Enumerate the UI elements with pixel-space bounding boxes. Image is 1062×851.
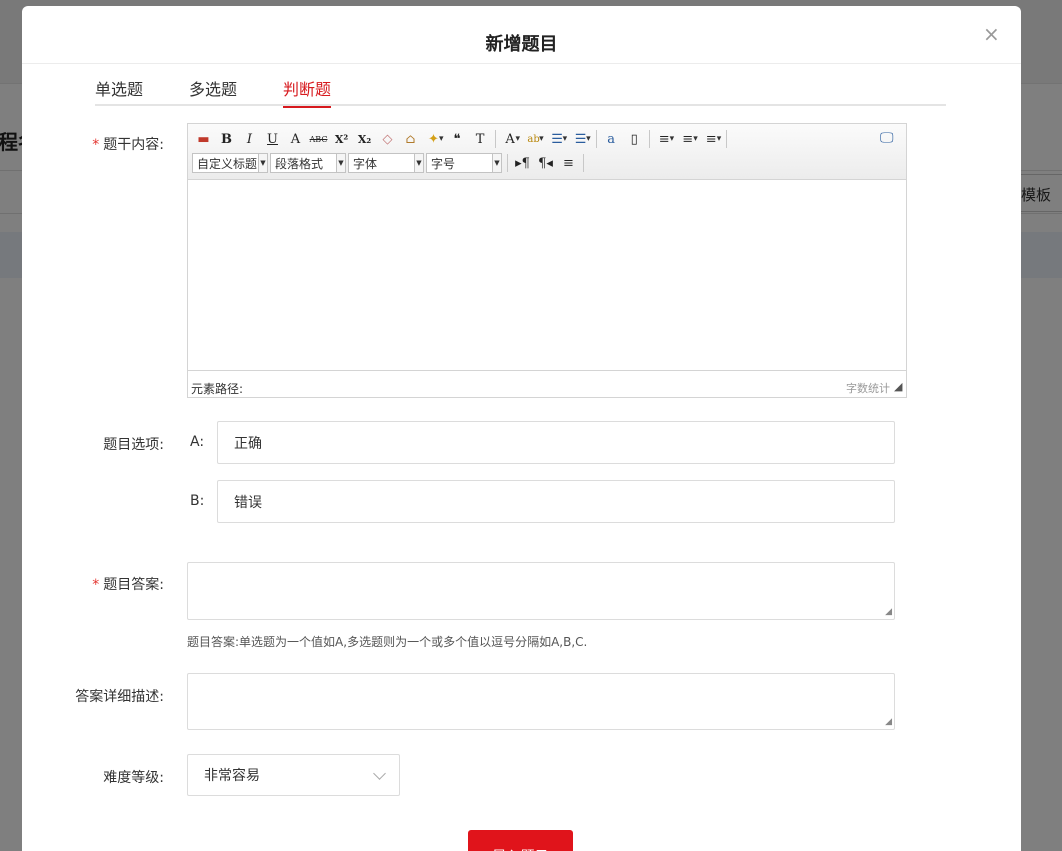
answer-label: * 题目答案: [24,574,164,594]
font-family-text: 字体 [353,156,378,171]
chevron-down-icon: ▼ [492,154,501,172]
blockquote-icon[interactable]: ❝ [446,129,469,149]
toolbar-separator [648,130,650,148]
add-question-modal: 新增题目 × 单选题 多选题 判断题 * 题干内容: ▬ B I U A ABC X² X₂ ◇ ⌂… [22,6,1021,851]
chevron-down-icon[interactable]: ▾ [516,134,521,144]
toolbar-separator [583,154,584,172]
toolbar-separator [494,130,496,148]
chevron-down-icon[interactable]: ▾ [563,134,568,144]
answer-detail-textarea[interactable]: ◢ [187,673,895,730]
required-mark: * [92,577,100,593]
chevron-down-icon: ▼ [414,154,423,172]
bold-icon[interactable]: B [215,129,238,149]
option-a-letter: A: [190,434,205,450]
import-question-button[interactable]: 导入题目 [468,830,573,851]
answer-detail-label: 答案详细描述: [75,689,164,705]
ltr-direction-icon[interactable]: ▸¶ [511,153,534,173]
select-all-icon[interactable]: a [600,129,623,149]
clear-doc-icon[interactable]: ▯ [623,129,646,149]
chevron-down-icon[interactable]: ▾ [539,134,544,144]
indent-icon[interactable]: ≡ [557,153,580,173]
answer-hint: 题目答案:单选题为一个值如A,多选题则为一个或多个值以逗号分隔如A,B,C. [187,635,588,649]
answer-label-text: 题目答案: [103,577,164,593]
font-size-select[interactable]: 字号 ▼ [426,153,502,173]
editor-toolbar: ▬ B I U A ABC X² X₂ ◇ ⌂ ✦ ▾ ❝ T A ▾ ab ▾ ☰ ▾ ☰ ▾ a ▯ ≡ ▾ ≡ ▾ ≡ ▾ 自定义标… [188,124,906,180]
toolbar-row-2: 自定义标题 ▼ 段落格式 ▼ 字体 ▼ 字号 ▼ ▸¶ ¶◂ ≡ [192,152,587,174]
chevron-down-icon[interactable]: ▾ [439,134,444,144]
difficulty-value: 非常容易 [204,768,260,784]
toolbar-separator [595,130,597,148]
chevron-down-icon: ▼ [258,154,267,172]
custom-title-text: 自定义标题 [197,156,258,171]
custom-title-select[interactable]: 自定义标题 ▼ [192,153,268,173]
font-family-select[interactable]: 字体 ▼ [348,153,424,173]
close-icon[interactable]: × [983,24,1000,44]
editor-content-area[interactable] [188,180,906,370]
option-b-letter: B: [190,493,205,509]
eraser-icon[interactable]: ◇ [376,129,399,149]
resize-grip-icon: ◢ [885,607,892,617]
italic-icon[interactable]: I [238,129,261,149]
toolbar-separator [507,154,508,172]
tab-single-choice[interactable]: 单选题 [95,76,143,108]
content-label: * 题干内容: [24,134,164,154]
tab-true-false[interactable]: 判断题 [283,76,332,108]
element-path: 元素路径: [191,382,244,396]
chevron-down-icon[interactable]: ▾ [670,134,675,144]
difficulty-select[interactable]: 非常容易 [187,754,400,796]
toolbar-separator [726,130,728,148]
paste-plain-icon[interactable]: T [469,129,492,149]
format-brush-icon[interactable]: ⌂ [399,129,422,149]
font-size-text: 字号 [431,156,456,171]
required-mark: * [92,137,100,153]
chevron-down-icon[interactable]: ▾ [693,134,698,144]
superscript-icon[interactable]: X² [330,129,353,149]
modal-header: 新增题目 × [22,6,1021,64]
paragraph-format-select[interactable]: 段落格式 ▼ [270,153,346,173]
difficulty-label: 难度等级: [103,770,164,786]
editor-status-bar: 元素路径: 字数统计 ◢ [188,370,906,397]
word-count: 字数统计 [846,382,890,395]
chevron-down-icon [373,767,386,780]
paragraph-format-text: 段落格式 [275,156,324,171]
modal-title: 新增题目 [485,34,558,55]
option-b-input[interactable]: 错误 [217,480,895,523]
chevron-down-icon[interactable]: ▾ [717,134,722,144]
resize-grip-icon: ◢ [885,717,892,727]
image-icon[interactable]: ▬ [192,129,215,149]
chevron-down-icon[interactable]: ▾ [586,134,591,144]
font-border-icon[interactable]: A [284,129,307,149]
toolbar-row-1: ▬ B I U A ABC X² X₂ ◇ ⌂ ✦ ▾ ❝ T A ▾ ab ▾ ☰ ▾ ☰ ▾ a ▯ ≡ ▾ ≡ ▾ ≡ ▾ [192,128,730,150]
resize-handle-icon[interactable]: ◢ [894,380,902,393]
answer-textarea[interactable]: ◢ [187,562,895,620]
options-label: 题目选项: [103,437,164,453]
rtl-direction-icon[interactable]: ¶◂ [534,153,557,173]
tab-multiple-choice[interactable]: 多选题 [189,76,237,108]
rich-text-editor: ▬ B I U A ABC X² X₂ ◇ ⌂ ✦ ▾ ❝ T A ▾ ab ▾ ☰ ▾ ☰ ▾ a ▯ ≡ ▾ ≡ ▾ ≡ ▾ 自定义标… [187,123,907,398]
chevron-down-icon: ▼ [336,154,345,172]
subscript-icon[interactable]: X₂ [353,129,376,149]
option-a-input[interactable]: 正确 [217,421,895,464]
underline-icon[interactable]: U [261,129,284,149]
content-label-text: 题干内容: [103,137,164,153]
fullscreen-icon[interactable]: 🖵 [880,130,898,146]
strikethrough-icon[interactable]: ABC [307,129,330,149]
question-type-tabs: 单选题 多选题 判断题 [95,72,946,108]
